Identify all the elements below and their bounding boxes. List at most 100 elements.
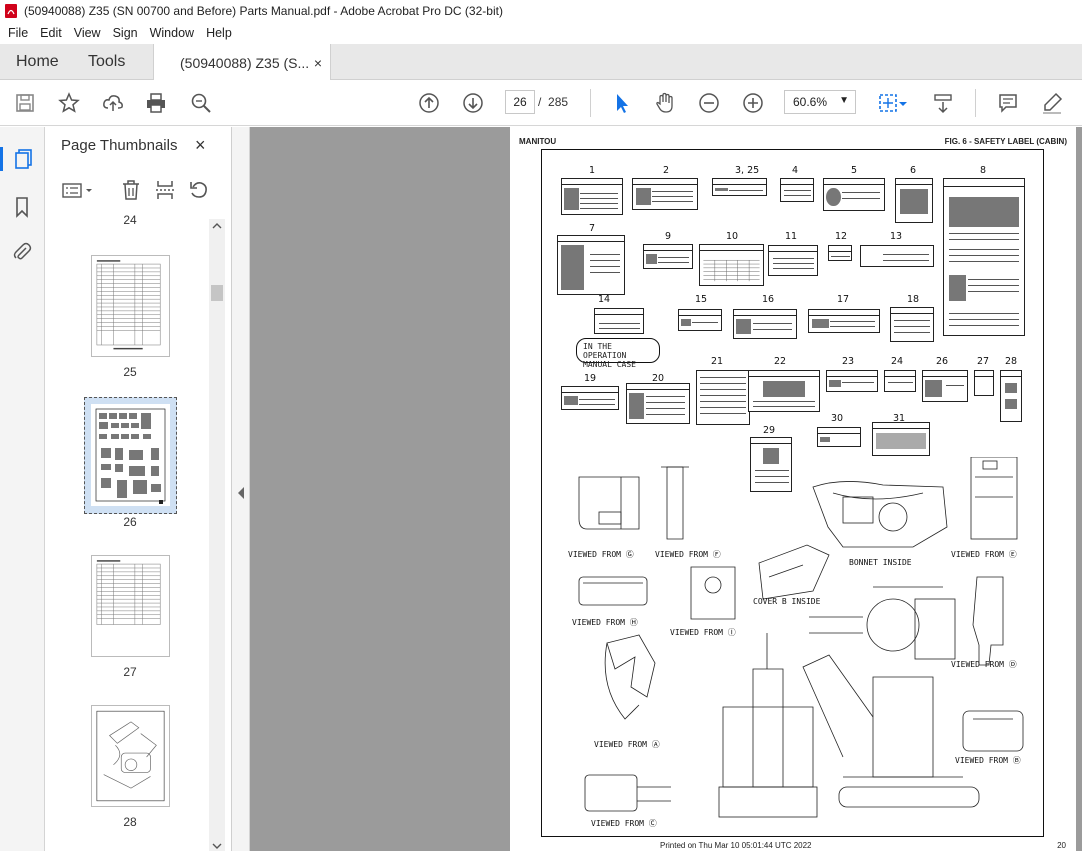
panel-close-icon[interactable]: × bbox=[195, 135, 206, 156]
callout-8: 8 bbox=[980, 165, 987, 176]
safety-label-20 bbox=[626, 383, 690, 424]
callout-5: 5 bbox=[851, 165, 858, 176]
operation-manual-case-note: IN THE OPERATION MANUAL CASE bbox=[576, 338, 660, 369]
safety-label-13 bbox=[860, 245, 934, 267]
callout-15: 15 bbox=[695, 294, 708, 305]
collapse-left-icon[interactable] bbox=[232, 483, 250, 503]
thumbnail-scrollbar[interactable] bbox=[209, 219, 225, 851]
page-thumbnails-icon[interactable] bbox=[0, 147, 45, 171]
bookmark-star-icon[interactable] bbox=[57, 91, 81, 115]
current-page-input[interactable]: 26 bbox=[505, 90, 535, 114]
callout-19: 19 bbox=[584, 373, 597, 384]
thumbnail-page-28[interactable] bbox=[91, 705, 170, 807]
safety-label-19 bbox=[561, 386, 619, 410]
zoom-in-icon[interactable] bbox=[741, 91, 765, 115]
tab-bar: Home Tools (50940088) Z35 (S... × bbox=[0, 44, 1082, 81]
menu-file[interactable]: File bbox=[4, 26, 32, 40]
zoom-level-select[interactable]: 60.6% ▼ bbox=[784, 90, 856, 114]
callout-31: 31 bbox=[893, 413, 906, 424]
scroll-down-icon[interactable] bbox=[209, 841, 225, 851]
upload-icon[interactable] bbox=[101, 91, 125, 115]
caption-viewed-from-d: VIEWED FROM Ⓓ bbox=[951, 660, 1017, 669]
scrollbar-thumb[interactable] bbox=[211, 285, 223, 301]
window-titlebar: (50940088) Z35 (SN 00700 and Before) Par… bbox=[0, 0, 1082, 22]
thumbnail-page-26-selected[interactable] bbox=[84, 397, 177, 514]
callout-23: 23 bbox=[842, 356, 855, 367]
callout-26: 26 bbox=[936, 356, 949, 367]
safety-label-16 bbox=[733, 309, 797, 339]
zoom-out-icon[interactable] bbox=[697, 91, 721, 115]
callout-29: 29 bbox=[763, 425, 776, 436]
scroll-up-icon[interactable] bbox=[209, 221, 225, 231]
print-icon[interactable] bbox=[144, 91, 168, 115]
safety-label-6 bbox=[895, 178, 933, 223]
tab-close-icon[interactable]: × bbox=[314, 55, 322, 71]
callout-17: 17 bbox=[837, 294, 850, 305]
select-cursor-icon[interactable] bbox=[609, 91, 633, 115]
safety-label-5 bbox=[823, 178, 885, 211]
safety-label-24 bbox=[884, 370, 916, 392]
main-toolbar: 26 / 285 60.6% ▼ bbox=[0, 80, 1082, 126]
thumbnail-image bbox=[96, 710, 165, 802]
fit-dropdown-icon[interactable] bbox=[896, 91, 910, 115]
callout-22: 22 bbox=[774, 356, 787, 367]
attachments-icon[interactable] bbox=[10, 240, 34, 264]
comment-icon[interactable] bbox=[996, 91, 1020, 115]
caption-cover-b-inside: COVER B INSIDE bbox=[753, 597, 821, 606]
panel-collapse-handle[interactable] bbox=[232, 127, 250, 851]
menu-edit[interactable]: Edit bbox=[36, 26, 66, 40]
bookmarks-icon[interactable] bbox=[10, 195, 34, 219]
scroll-mode-icon[interactable] bbox=[931, 91, 955, 115]
extract-page-icon[interactable] bbox=[154, 179, 176, 201]
tab-tools[interactable]: Tools bbox=[88, 44, 125, 80]
thumbnail-page-27[interactable] bbox=[91, 555, 170, 657]
thumbnail-page-25[interactable] bbox=[91, 255, 170, 357]
safety-label-1 bbox=[561, 178, 623, 215]
page-separator: / bbox=[538, 95, 542, 109]
toolbar-divider bbox=[975, 89, 976, 117]
safety-label-22 bbox=[748, 370, 820, 412]
acrobat-pdf-icon bbox=[5, 4, 17, 18]
delete-page-icon[interactable] bbox=[120, 179, 142, 201]
page-up-icon[interactable] bbox=[417, 91, 441, 115]
page-down-icon[interactable] bbox=[461, 91, 485, 115]
highlight-pen-icon[interactable] bbox=[1040, 91, 1064, 115]
safety-label-27 bbox=[974, 370, 994, 396]
safety-label-31 bbox=[872, 422, 930, 456]
callout-2: 2 bbox=[663, 165, 670, 176]
callout-16: 16 bbox=[762, 294, 775, 305]
callout-9: 9 bbox=[665, 231, 672, 242]
callout-3-25: 3, 25 bbox=[735, 165, 760, 176]
total-pages: 285 bbox=[548, 95, 569, 109]
zoom-search-icon[interactable] bbox=[189, 91, 213, 115]
thumbnail-label: 27 bbox=[123, 665, 137, 679]
menu-window[interactable]: Window bbox=[146, 26, 198, 40]
excavator-views-drawing bbox=[578, 457, 1024, 818]
safety-label-2 bbox=[632, 178, 698, 210]
rotate-page-icon[interactable] bbox=[188, 179, 210, 201]
tab-document[interactable]: (50940088) Z35 (S... × bbox=[153, 44, 331, 81]
callout-12: 12 bbox=[835, 231, 848, 242]
callout-18: 18 bbox=[907, 294, 920, 305]
safety-label-8 bbox=[943, 178, 1025, 336]
caption-viewed-from-c: VIEWED FROM Ⓒ bbox=[591, 819, 657, 828]
menu-help[interactable]: Help bbox=[202, 26, 236, 40]
save-icon[interactable] bbox=[13, 91, 37, 115]
callout-1: 1 bbox=[589, 165, 596, 176]
hand-icon[interactable] bbox=[653, 91, 677, 115]
menu-sign[interactable]: Sign bbox=[109, 26, 142, 40]
document-viewer[interactable]: MANITOU FIG. 6 - SAFETY LABEL (CABIN) IN… bbox=[250, 127, 1082, 851]
chevron-down-icon: ▼ bbox=[839, 95, 849, 106]
safety-label-7 bbox=[557, 235, 625, 295]
safety-label-11 bbox=[768, 245, 818, 276]
safety-label-14 bbox=[594, 308, 644, 334]
menu-view[interactable]: View bbox=[70, 26, 105, 40]
thumbnail-options-icon[interactable] bbox=[61, 179, 95, 201]
safety-label-4 bbox=[780, 178, 814, 202]
safety-label-17 bbox=[808, 309, 880, 333]
window-title: (50940088) Z35 (SN 00700 and Before) Par… bbox=[24, 4, 503, 18]
left-navigation-rail bbox=[0, 127, 45, 851]
toolbar-divider bbox=[590, 89, 591, 117]
caption-viewed-from-b: VIEWED FROM Ⓑ bbox=[955, 756, 1021, 765]
tab-home[interactable]: Home bbox=[16, 44, 59, 80]
